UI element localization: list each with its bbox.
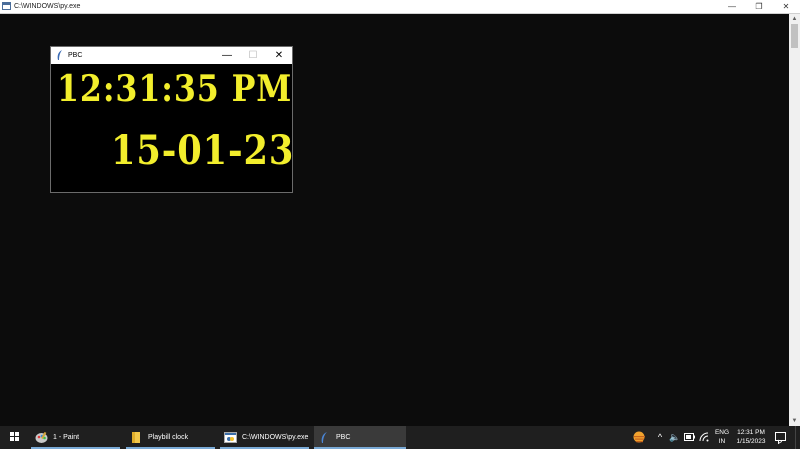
battery-icon[interactable]: [684, 433, 695, 441]
pbc-close-button[interactable]: ✕: [266, 47, 292, 64]
taskbar-item-paint[interactable]: 1 - Paint: [31, 426, 120, 449]
scrollbar-thumb[interactable]: [791, 24, 798, 48]
taskbar-item-label: C:\WINDOWS\py.exe: [242, 434, 309, 441]
python-console-icon: [224, 432, 237, 443]
console-title: C:\WINDOWS\py.exe: [14, 3, 81, 10]
taskbar-item-label: 1 - Paint: [53, 434, 80, 441]
start-button[interactable]: [0, 426, 30, 449]
volume-muted-icon[interactable]: 🔈: [669, 432, 680, 442]
show-hidden-icons-chevron-icon[interactable]: ^: [655, 432, 665, 442]
taskbar-clock[interactable]: 12:31 PM 1/15/2023: [733, 428, 769, 446]
taskbar: 1 - Paint Playbill clock C:\WINDOWS\py.e…: [0, 426, 800, 449]
console-minimize-button[interactable]: —: [718, 0, 746, 13]
console-maximize-button[interactable]: ❐: [745, 0, 773, 13]
feather-icon: [321, 432, 327, 443]
taskbar-time: 12:31 PM: [737, 429, 765, 436]
taskbar-item-pbc[interactable]: PBC: [314, 426, 406, 449]
scroll-down-arrow-icon[interactable]: ▼: [789, 416, 800, 426]
taskbar-item-playbill-clock[interactable]: Playbill clock: [126, 426, 215, 449]
pbc-maximize-button[interactable]: ☐: [240, 47, 266, 64]
console-app-icon: [2, 2, 11, 10]
pbc-title-bar[interactable]: PBC — ☐ ✕: [51, 47, 292, 64]
clock-date-label: 15-01-23: [111, 127, 292, 174]
clock-time-label: 12:31:35 PM: [57, 68, 292, 110]
notifications-icon[interactable]: [775, 432, 786, 441]
pbc-window-title: PBC: [68, 52, 83, 59]
clock-display: 12:31:35 PM 15-01-23: [51, 64, 292, 192]
console-scrollbar[interactable]: ▲ ▼: [789, 14, 800, 426]
taskbar-date: 1/15/2023: [736, 438, 766, 445]
wifi-icon[interactable]: [699, 432, 709, 442]
input-language-indicator[interactable]: ENG IN: [712, 428, 732, 446]
console-title-bar[interactable]: C:\WINDOWS\py.exe — ❐ ✕: [0, 0, 800, 14]
taskbar-item-py-exe[interactable]: C:\WINDOWS\py.exe: [220, 426, 309, 449]
feather-icon: [57, 50, 62, 60]
show-desktop-button[interactable]: [795, 426, 800, 449]
language-code: ENG: [714, 429, 730, 436]
taskbar-item-label: PBC: [336, 434, 351, 441]
weather-sun-icon[interactable]: [632, 430, 648, 444]
keyboard-region: IN: [718, 438, 726, 445]
folder-icon: [132, 432, 140, 443]
scroll-up-arrow-icon[interactable]: ▲: [789, 14, 800, 24]
taskbar-item-label: Playbill clock: [148, 434, 189, 441]
windows-logo-icon: [10, 432, 20, 442]
paint-icon: [35, 431, 48, 443]
console-close-button[interactable]: ✕: [772, 0, 800, 13]
pbc-window[interactable]: PBC — ☐ ✕ 12:31:35 PM 15-01-23: [50, 46, 293, 193]
pbc-minimize-button[interactable]: —: [214, 47, 240, 64]
